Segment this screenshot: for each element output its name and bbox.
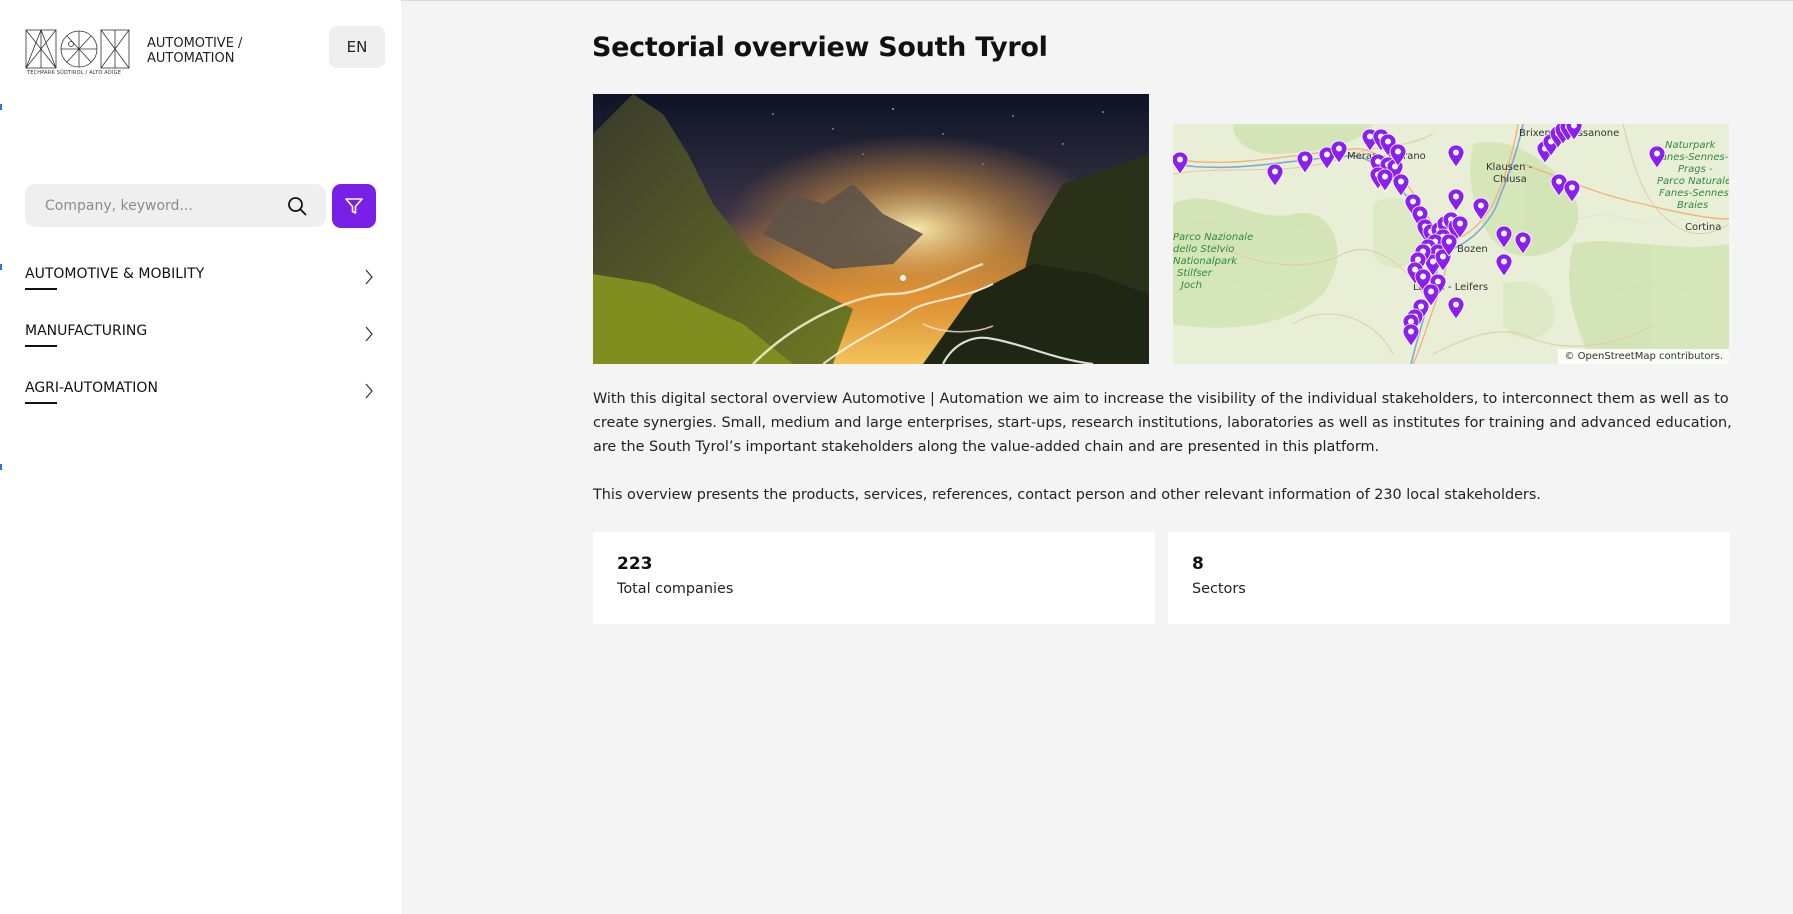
stat-value: 223	[617, 554, 653, 574]
map-label-stelvio-4: Stilfser	[1177, 268, 1213, 279]
filter-icon	[345, 198, 363, 214]
brand-name: AUTOMOTIVE / AUTOMATION	[147, 36, 267, 66]
page-title: Sectorial overview South Tyrol	[592, 32, 1048, 63]
map-label-fanes-1: Naturpark	[1665, 140, 1717, 151]
sidebar-item-label: MANUFACTURING	[25, 323, 148, 339]
search-icon[interactable]	[287, 196, 307, 216]
stat-label: Total companies	[617, 581, 734, 597]
description: With this digital sectoral overview Auto…	[593, 387, 1733, 507]
map-label-fanes-6: Braies	[1677, 200, 1708, 211]
search-box	[25, 184, 326, 227]
logo-subtitle: TECHPARK SÜDTIROL / ALTO ADIGE	[27, 70, 122, 76]
stat-card-sectors: 8 Sectors	[1168, 532, 1730, 624]
chevron-right-icon	[365, 326, 373, 342]
map-label-klausen: Klausen -	[1486, 162, 1533, 173]
map-label-fanes-4: Parco Naturale	[1657, 176, 1729, 187]
chevron-right-icon	[365, 269, 373, 285]
underline-decoration	[25, 402, 57, 404]
map-canvas[interactable]: Meran - Merano Brixen - Bressanone Klaus…	[1173, 124, 1729, 364]
focus-mark	[0, 464, 2, 470]
hero-image	[593, 94, 1149, 364]
stat-label: Sectors	[1192, 581, 1246, 597]
map-label-stelvio-5: Joch	[1179, 280, 1202, 291]
sidebar-item-automotive-mobility[interactable]: AUTOMOTIVE & MOBILITY	[25, 262, 375, 294]
language-button[interactable]: EN	[329, 26, 385, 68]
map-attribution[interactable]: © OpenStreetMap contributors.	[1558, 349, 1729, 364]
map-label-stelvio-1: Parco Nazionale	[1173, 232, 1253, 243]
stat-value: 8	[1192, 554, 1204, 574]
map-label-fanes-2: Fanes-Sennes-	[1655, 152, 1729, 163]
brand-line-2: AUTOMATION	[147, 51, 235, 66]
sidebar-item-agri-automation[interactable]: AGRI-AUTOMATION	[25, 376, 375, 408]
noi-logo[interactable]: TECHPARK SÜDTIROL / ALTO ADIGE	[25, 28, 130, 78]
map-label-stelvio-3: Nationalpark	[1173, 256, 1238, 267]
underline-decoration	[25, 345, 57, 347]
map-label-cortina: Cortina	[1685, 222, 1721, 233]
underline-decoration	[25, 288, 57, 290]
description-paragraph: With this digital sectoral overview Auto…	[593, 391, 1732, 455]
mountain-night-photo	[593, 94, 1149, 364]
map-label-chiusa: Chiusa	[1493, 174, 1527, 185]
description-paragraph: This overview presents the products, ser…	[593, 487, 1541, 503]
filter-button[interactable]	[332, 184, 376, 228]
map-label-fanes-5: Fanes-Sennes-	[1659, 188, 1729, 199]
company-map[interactable]: Meran - Merano Brixen - Bressanone Klaus…	[1173, 124, 1729, 364]
stat-card-companies: 223 Total companies	[593, 532, 1155, 624]
map-label-stelvio-2: dello Stelvio	[1173, 244, 1234, 255]
map-label-bozen: Bozen	[1457, 244, 1488, 255]
sidebar-item-label: AGRI-AUTOMATION	[25, 380, 158, 396]
sidebar-item-manufacturing[interactable]: MANUFACTURING	[25, 319, 375, 351]
focus-mark	[0, 104, 2, 110]
focus-mark	[0, 264, 2, 270]
search-input[interactable]	[45, 184, 285, 227]
sidebar: TECHPARK SÜDTIROL / ALTO ADIGE AUTOMOTIV…	[0, 0, 401, 914]
chevron-right-icon	[365, 383, 373, 399]
sidebar-item-label: AUTOMOTIVE & MOBILITY	[25, 266, 205, 282]
logo-icon	[25, 28, 130, 69]
brand-line-1: AUTOMOTIVE /	[147, 36, 243, 51]
map-label-fanes-3: Prags -	[1678, 164, 1713, 175]
